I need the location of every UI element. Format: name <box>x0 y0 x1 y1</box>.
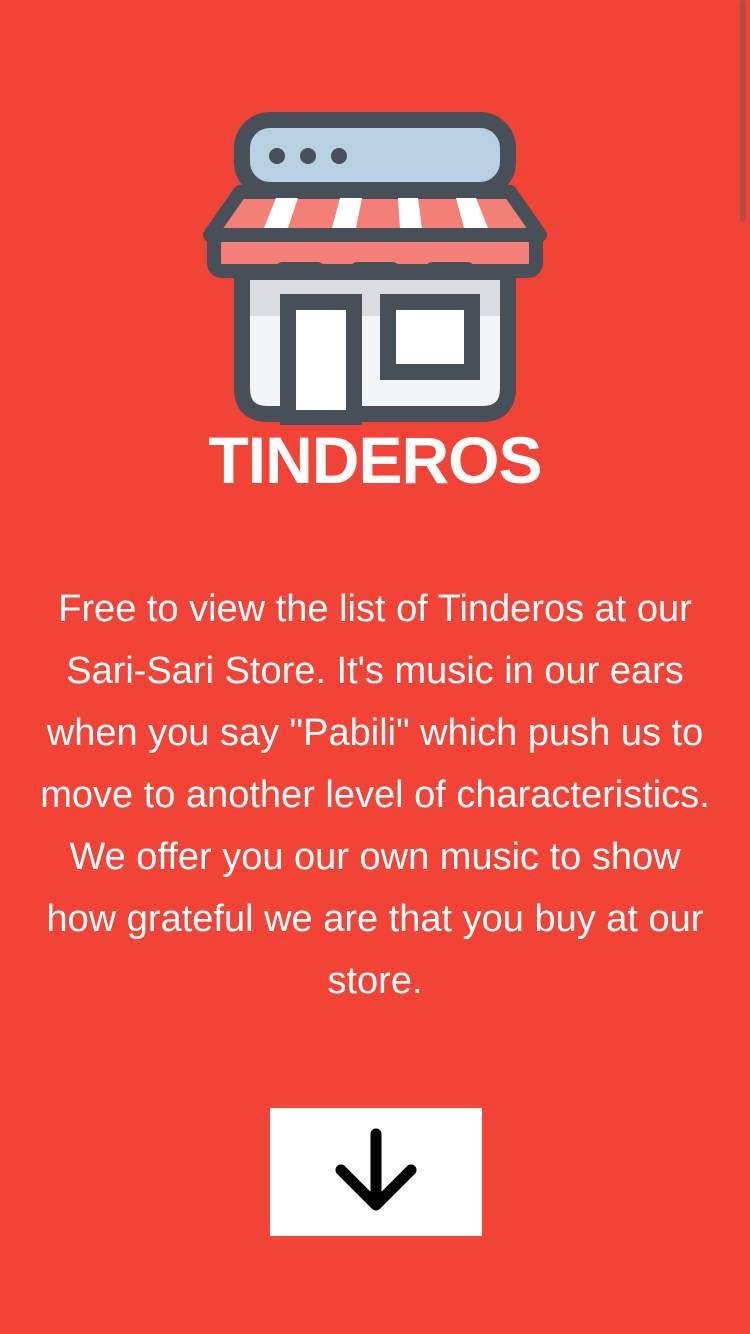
scroll-down-button[interactable] <box>270 1108 482 1236</box>
description-text: Free to view the list of Tinderos at our… <box>40 588 710 1002</box>
app-title: TINDEROS <box>208 423 542 497</box>
page-scrollbar[interactable] <box>740 0 746 222</box>
arrow-down-icon <box>331 1126 421 1219</box>
landing-page: TINDEROS Free to view the list of Tinder… <box>0 0 750 1334</box>
storefront-icon <box>202 110 548 426</box>
